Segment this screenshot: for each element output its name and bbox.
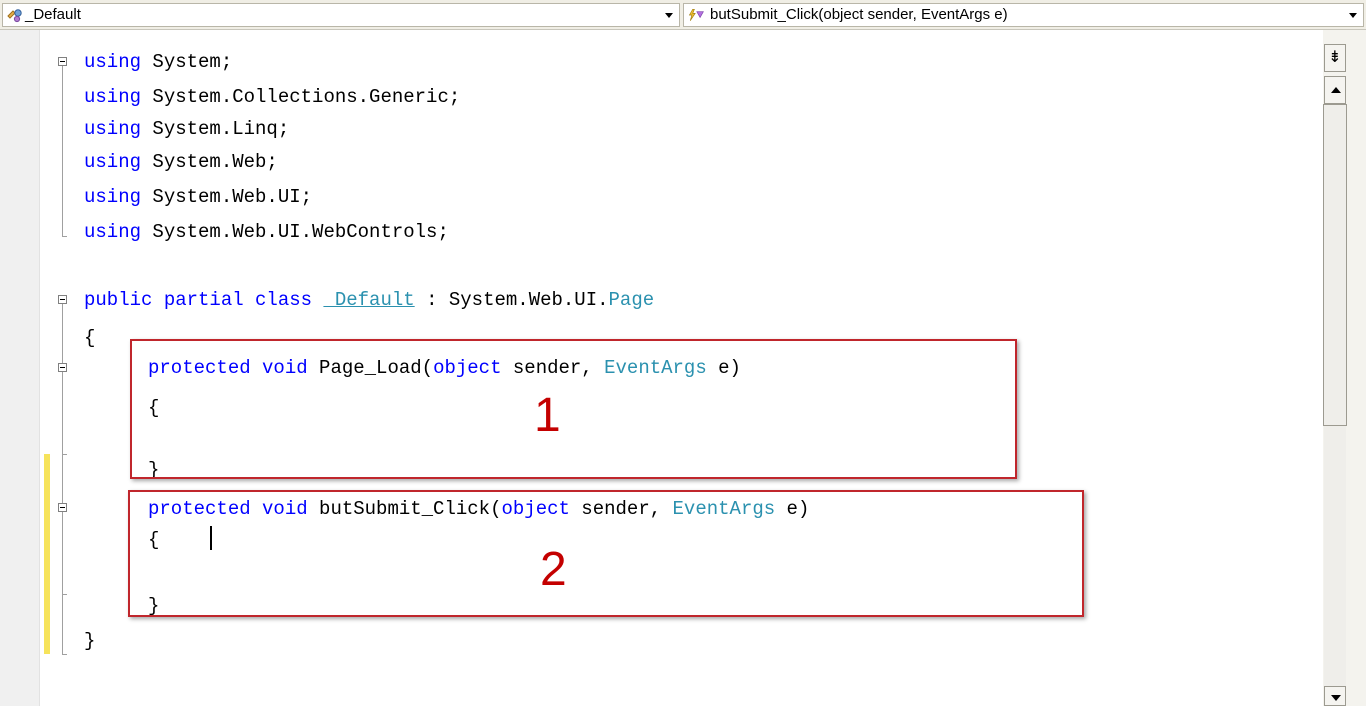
outline-guide <box>62 66 63 236</box>
method-event-icon <box>688 8 704 21</box>
outline-guide-end <box>62 236 67 237</box>
outline-guide-end <box>62 654 67 655</box>
indicator-margin[interactable] <box>0 30 40 706</box>
code-line[interactable]: public partial class _Default : System.W… <box>84 284 654 316</box>
class-dropdown-label: _Default <box>25 6 81 23</box>
arrow-up-icon <box>1331 87 1341 93</box>
outline-guide-end <box>62 594 67 595</box>
navigation-bar: _Default butSubmit_Click(object sender, … <box>0 0 1366 30</box>
class-dropdown[interactable]: _Default <box>2 3 680 27</box>
member-dropdown-label: butSubmit_Click(object sender, EventArgs… <box>710 6 1008 23</box>
collapse-page-load-icon[interactable] <box>58 363 67 372</box>
annotation-number-2: 2 <box>540 543 567 596</box>
code-line[interactable]: using System.Web; <box>84 146 278 178</box>
outline-guide <box>62 372 63 454</box>
scroll-thumb[interactable] <box>1323 104 1347 426</box>
chevron-down-icon[interactable] <box>661 4 677 26</box>
outline-guide <box>62 304 63 654</box>
collapse-button-click-icon[interactable] <box>58 503 67 512</box>
annotation-box-button-click <box>128 490 1084 617</box>
annotation-number-1: 1 <box>534 389 561 442</box>
outline-guide-end <box>62 454 67 455</box>
code-line[interactable]: } <box>84 625 95 657</box>
scroll-down-button[interactable] <box>1324 686 1346 706</box>
class-icon <box>7 9 22 23</box>
outline-guide <box>62 512 63 594</box>
scroll-up-button[interactable] <box>1324 76 1346 104</box>
collapse-usings-icon[interactable] <box>58 57 67 66</box>
code-line[interactable]: using System; <box>84 46 232 78</box>
code-line[interactable]: using System.Linq; <box>84 113 289 145</box>
split-handle-icon[interactable]: ⇟ <box>1324 44 1346 72</box>
annotation-box-page-load <box>130 339 1017 479</box>
code-line[interactable]: using System.Web.UI; <box>84 181 312 213</box>
member-dropdown[interactable]: butSubmit_Click(object sender, EventArgs… <box>683 3 1364 27</box>
chevron-down-icon[interactable] <box>1345 4 1361 26</box>
changed-lines-marker <box>44 454 50 654</box>
code-line[interactable]: { <box>84 322 95 354</box>
code-line[interactable]: using System.Web.UI.WebControls; <box>84 216 449 248</box>
code-line[interactable]: using System.Collections.Generic; <box>84 81 460 113</box>
collapse-class-icon[interactable] <box>58 295 67 304</box>
arrow-down-icon <box>1331 695 1341 701</box>
